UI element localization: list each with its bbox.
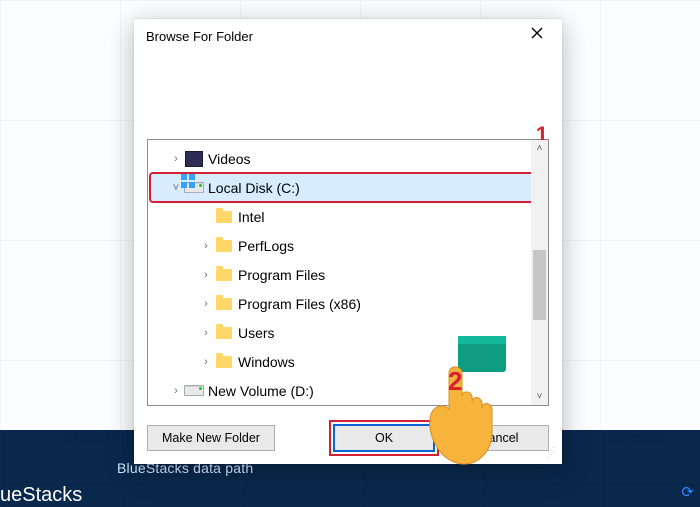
close-button[interactable] bbox=[516, 21, 558, 51]
tree-item-label: Program Files (x86) bbox=[238, 296, 361, 312]
tree-item-label: Local Disk (C:) bbox=[208, 180, 300, 196]
tree-item[interactable]: › Program Files bbox=[150, 260, 546, 289]
tree-item-label: Program Files bbox=[238, 267, 325, 283]
resize-grip[interactable]: ⋰⋰ bbox=[547, 449, 559, 461]
folder-icon bbox=[214, 208, 234, 226]
folder-icon bbox=[214, 237, 234, 255]
folder-icon bbox=[214, 266, 234, 284]
chevron-right-icon[interactable]: › bbox=[198, 240, 214, 252]
tree-item-label: Users bbox=[238, 325, 275, 341]
bg-logo-fragment: ueStacks bbox=[0, 478, 92, 507]
tree-item[interactable]: › Videos bbox=[150, 144, 546, 173]
tree-item-label: New Volume (D:) bbox=[208, 383, 314, 399]
folder-tree-panel: 1 ›Videos˅Local Disk (C:)Intel›PerfLogs›… bbox=[147, 139, 549, 406]
refresh-icon: ⟳ bbox=[681, 483, 694, 501]
scrollbar[interactable]: ˄ ˅ bbox=[531, 140, 548, 405]
ok-button[interactable]: OK bbox=[333, 424, 435, 452]
chevron-right-icon[interactable]: › bbox=[168, 153, 184, 165]
scroll-thumb[interactable] bbox=[533, 250, 546, 320]
tree-item-label: PerfLogs bbox=[238, 238, 294, 254]
chevron-right-icon[interactable]: › bbox=[198, 298, 214, 310]
browse-for-folder-dialog: Browse For Folder 1 ›Videos˅Local Disk (… bbox=[134, 19, 562, 464]
folder-icon bbox=[214, 295, 234, 313]
scroll-up-icon[interactable]: ˄ bbox=[531, 140, 548, 157]
dialog-title: Browse For Folder bbox=[146, 29, 516, 44]
tree-item[interactable]: ˅Local Disk (C:) bbox=[150, 173, 546, 202]
tree-item[interactable]: › New Volume (D:) bbox=[150, 376, 546, 405]
folder-icon bbox=[214, 353, 234, 371]
chevron-right-icon[interactable]: › bbox=[198, 327, 214, 339]
tree-item[interactable]: Intel bbox=[150, 202, 546, 231]
chevron-right-icon[interactable]: › bbox=[198, 269, 214, 281]
tree-item-label: Videos bbox=[208, 151, 251, 167]
tree-item[interactable]: › Users bbox=[150, 318, 546, 347]
folder-icon bbox=[214, 324, 234, 342]
chevron-right-icon[interactable]: › bbox=[168, 385, 184, 397]
tree-item[interactable]: › Program Files (x86) bbox=[150, 289, 546, 318]
disk-icon bbox=[184, 382, 204, 400]
cancel-button[interactable]: Cancel bbox=[449, 425, 549, 451]
make-new-folder-button[interactable]: Make New Folder bbox=[147, 425, 275, 451]
scroll-down-icon[interactable]: ˅ bbox=[531, 388, 548, 405]
tree-item-label: Intel bbox=[238, 209, 264, 225]
folder-tree[interactable]: ›Videos˅Local Disk (C:)Intel›PerfLogs›Pr… bbox=[148, 140, 548, 405]
tree-item[interactable]: › Windows bbox=[150, 347, 546, 376]
bg-left-text: © Bluesta bbox=[62, 430, 119, 445]
chevron-right-icon[interactable]: › bbox=[198, 356, 214, 368]
close-icon bbox=[531, 27, 543, 39]
titlebar: Browse For Folder bbox=[134, 19, 562, 53]
button-bar: Make New Folder OK Cancel bbox=[147, 424, 549, 452]
tree-item-label: Windows bbox=[238, 354, 295, 370]
disk-icon bbox=[184, 179, 204, 197]
videos-icon bbox=[184, 150, 204, 168]
tree-item[interactable]: › PerfLogs bbox=[150, 231, 546, 260]
bg-right-text: worldwide bbox=[608, 430, 666, 445]
